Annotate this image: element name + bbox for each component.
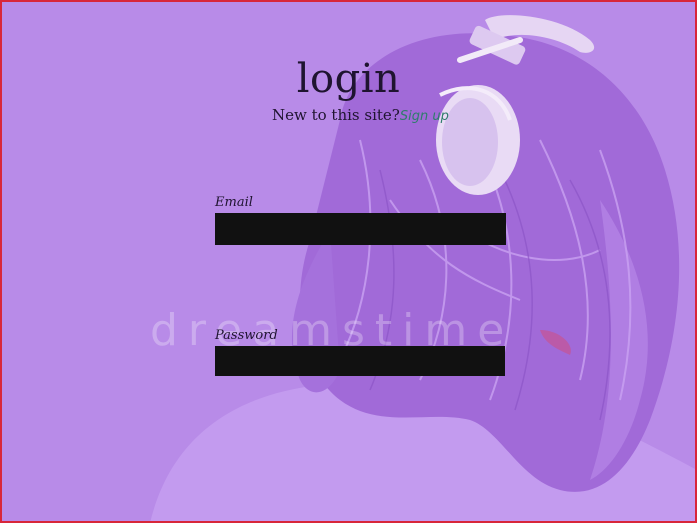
subtitle-text: New to this site? xyxy=(272,106,400,124)
password-label: Password xyxy=(215,328,278,343)
email-field[interactable] xyxy=(215,213,506,245)
password-field[interactable] xyxy=(215,346,505,376)
signup-prompt: New to this site?Sign up xyxy=(272,106,449,124)
email-label: Email xyxy=(215,195,253,210)
signup-link[interactable]: Sign up xyxy=(400,109,449,124)
page-title: login xyxy=(296,56,401,102)
